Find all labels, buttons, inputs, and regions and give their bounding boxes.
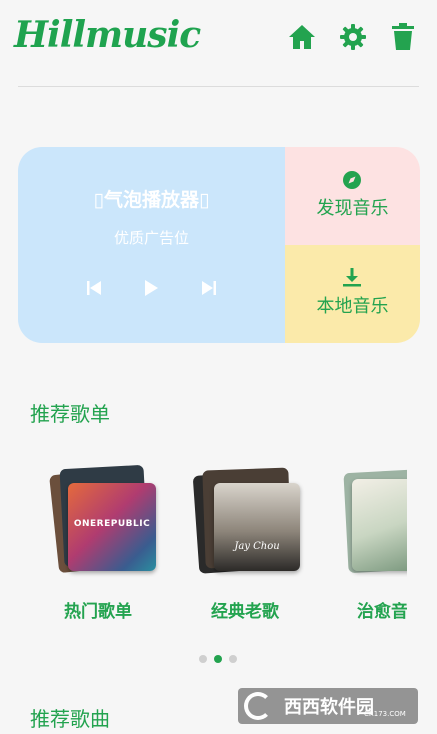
feature-card: ▯气泡播放器▯ 优质广告位 发现音乐 本地音乐 <box>18 147 420 343</box>
cover-text: Jay Chou <box>234 541 280 552</box>
compass-icon <box>341 169 363 191</box>
next-icon[interactable] <box>197 277 221 299</box>
settings-icon[interactable] <box>338 22 368 52</box>
carousel-dot-3[interactable] <box>229 655 237 663</box>
previous-icon[interactable] <box>82 277 106 299</box>
playlist-card-healing[interactable] <box>338 465 407 577</box>
play-icon[interactable] <box>139 277 163 299</box>
watermark-c-icon <box>244 692 272 720</box>
discover-music-tile[interactable]: 发现音乐 <box>285 147 420 245</box>
local-music-label: 本地音乐 <box>316 296 389 317</box>
playlist-cover-front <box>352 479 407 571</box>
home-icon[interactable] <box>287 22 317 52</box>
carousel-dot-1[interactable] <box>199 655 207 663</box>
cover-text: ONEREPUBLIC <box>73 519 151 529</box>
playlist-cover-front: ONEREPUBLIC <box>68 483 156 571</box>
playlist-label-hot[interactable]: 热门歌单 <box>64 597 132 622</box>
local-music-tile[interactable]: 本地音乐 <box>285 245 420 343</box>
section-title-songs: 推荐歌曲 <box>30 707 110 731</box>
delete-icon[interactable] <box>388 22 418 52</box>
discover-music-label: 发现音乐 <box>316 198 389 219</box>
player-subtitle: 优质广告位 <box>113 229 189 247</box>
section-title-playlists: 推荐歌单 <box>30 402 110 426</box>
playlist-label-classic[interactable]: 经典老歌 <box>211 597 279 622</box>
playlist-card-classic[interactable]: Jay Chou <box>192 465 304 577</box>
player-title: ▯气泡播放器▯ <box>93 189 210 211</box>
download-icon <box>341 266 363 288</box>
playlist-label-healing[interactable]: 治愈音 <box>357 597 407 621</box>
watermark-logo: 西西软件园 CR173.COM <box>238 688 418 724</box>
playlist-cover-front: Jay Chou <box>214 483 300 571</box>
watermark-url: CR173.COM <box>364 710 406 718</box>
carousel-dot-2-active[interactable] <box>214 655 222 663</box>
watermark-text: 西西软件园 <box>284 697 374 718</box>
playlist-card-hot[interactable]: ONEREPUBLIC <box>48 464 160 577</box>
header-divider <box>18 86 419 87</box>
bubble-player[interactable]: ▯气泡播放器▯ 优质广告位 <box>18 147 285 343</box>
app-logo: Hillmusic <box>14 14 201 56</box>
